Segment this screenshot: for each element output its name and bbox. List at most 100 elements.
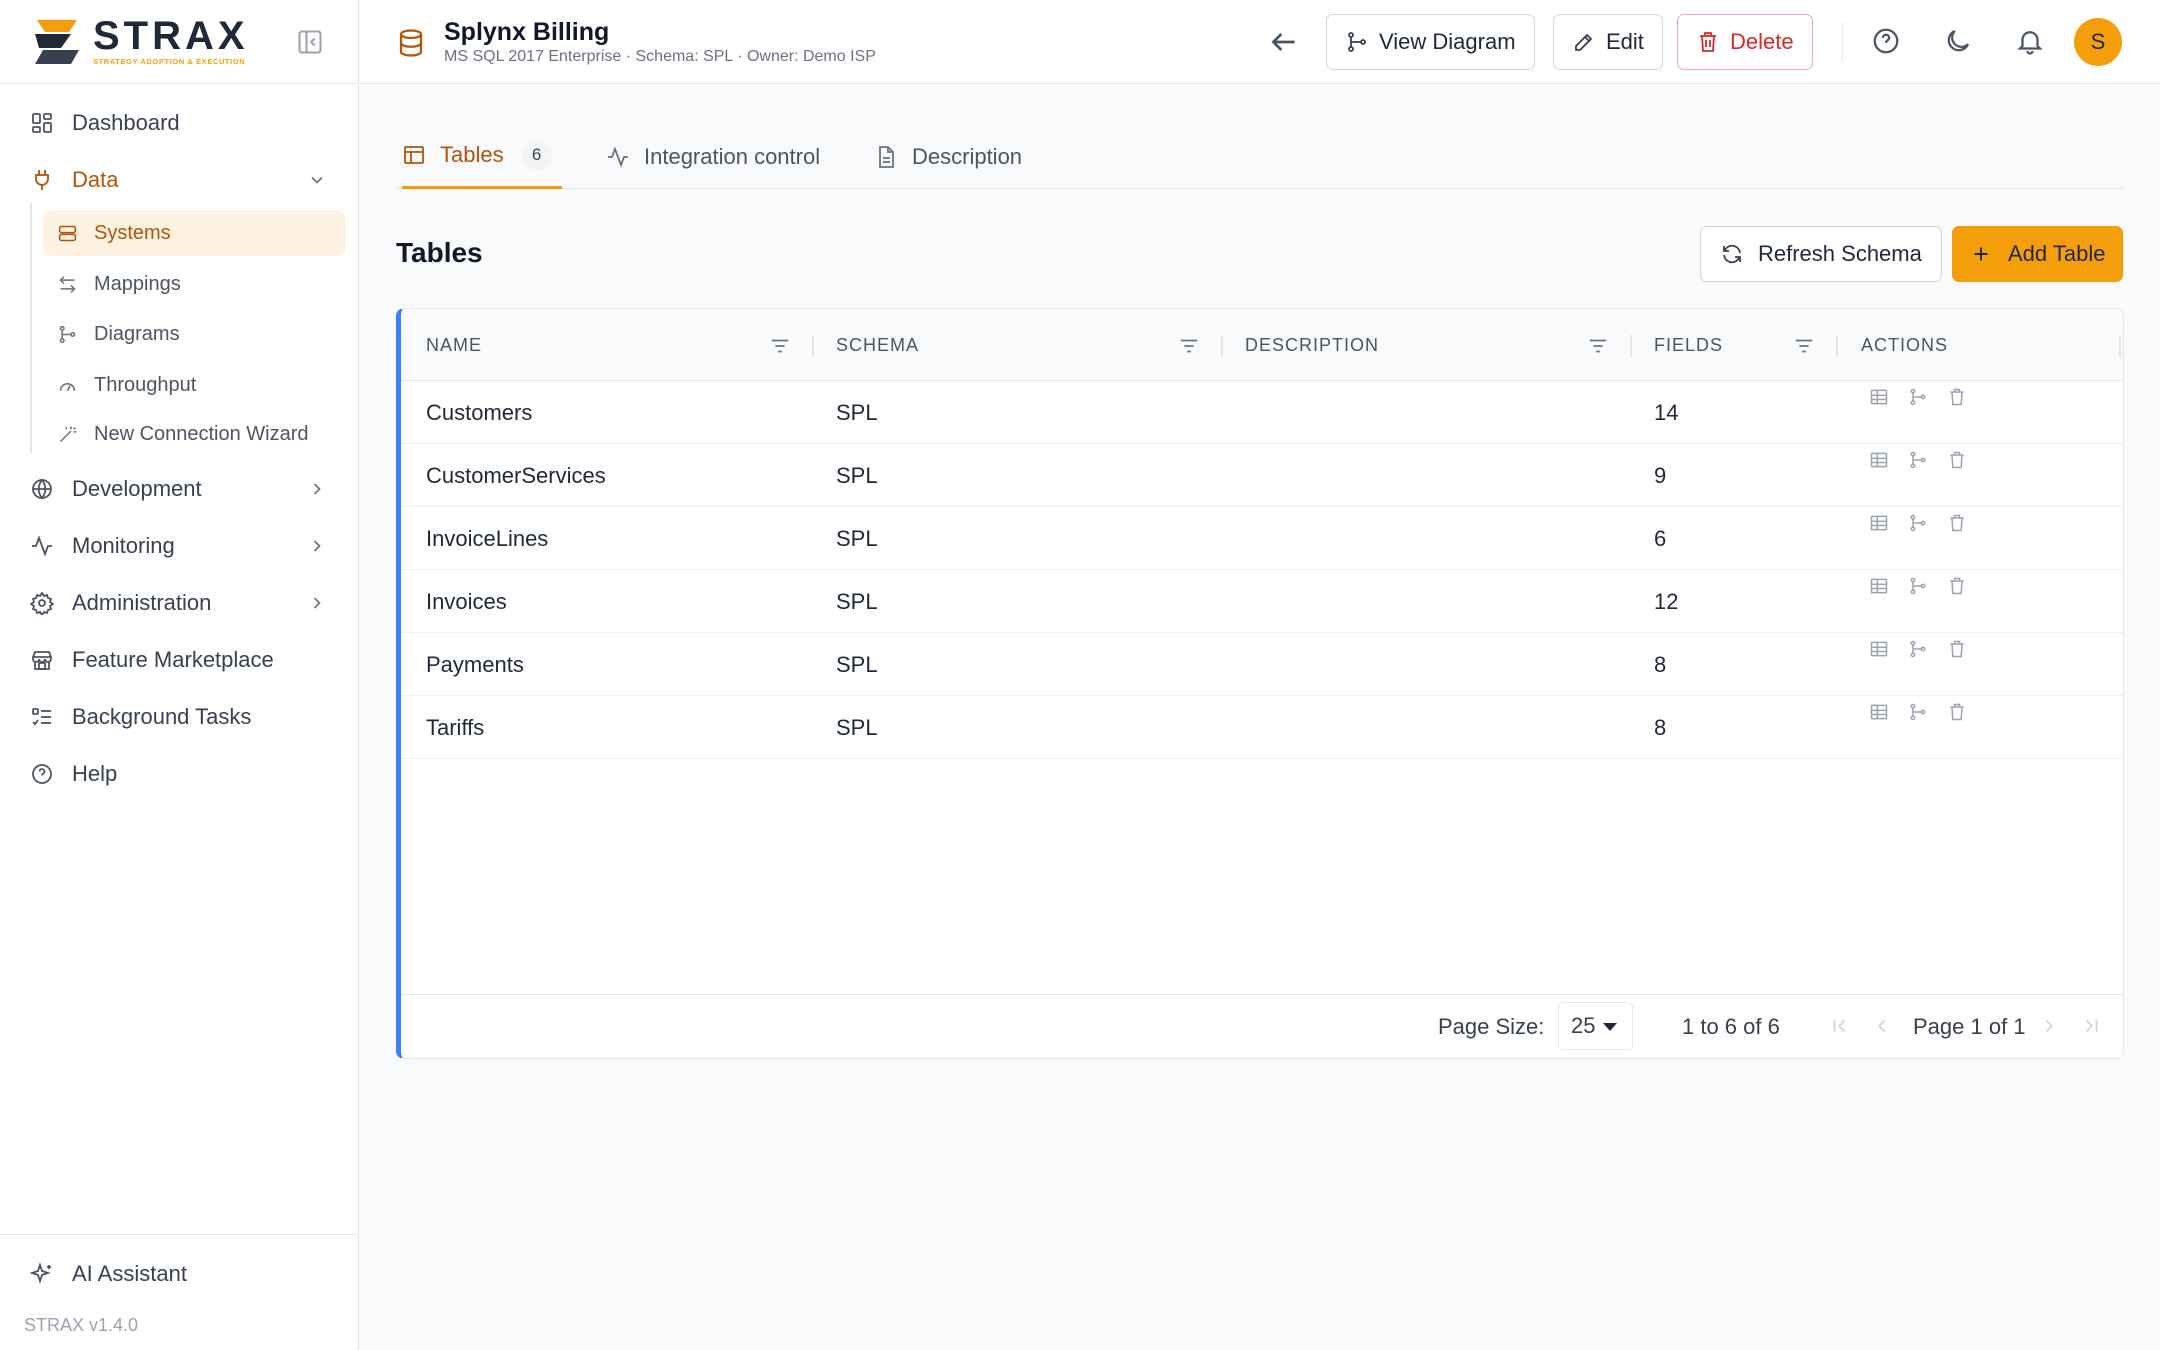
diagram-icon[interactable] xyxy=(1908,639,1928,659)
table-row[interactable]: InvoiceLines SPL 6 xyxy=(401,507,2123,570)
collapse-sidebar-icon[interactable] xyxy=(296,28,324,56)
column-header-fields[interactable]: FIELDS xyxy=(1654,309,1723,381)
column-header-description[interactable]: DESCRIPTION xyxy=(1245,309,1379,381)
sidebar-item-dashboard[interactable]: Dashboard xyxy=(0,98,359,148)
tab-count-badge: 6 xyxy=(521,140,552,170)
trash-icon[interactable] xyxy=(1947,702,1967,722)
view-table-icon[interactable] xyxy=(1869,387,1889,407)
sidebar-item-label: Help xyxy=(72,761,118,786)
filter-icon[interactable] xyxy=(769,335,791,357)
view-diagram-button[interactable]: View Diagram xyxy=(1326,14,1535,70)
filter-icon[interactable] xyxy=(1587,335,1609,357)
next-page-icon[interactable] xyxy=(2038,1015,2060,1037)
diagram-icon[interactable] xyxy=(1908,513,1928,533)
sidebar-item-background-tasks[interactable]: Background Tasks xyxy=(0,692,359,742)
refresh-schema-button[interactable]: Refresh Schema xyxy=(1700,226,1942,282)
dark-mode-icon[interactable] xyxy=(1943,26,1973,56)
cell-name: Invoices xyxy=(426,588,507,614)
page-size-select[interactable]: 25 xyxy=(1558,1002,1633,1050)
diagram-icon[interactable] xyxy=(1908,576,1928,596)
sidebar-item-label: Data xyxy=(72,167,119,192)
tab-integration-control[interactable]: Integration control xyxy=(606,124,820,189)
help-icon[interactable] xyxy=(1871,26,1901,56)
view-diagram-label: View Diagram xyxy=(1379,29,1516,54)
top-header: Splynx Billing MS SQL 2017 Enterprise · … xyxy=(360,0,2160,84)
first-page-icon[interactable] xyxy=(1829,1015,1851,1037)
grid-header: NAME SCHEMA DESCRIPTION FIELDS ACTIONS xyxy=(401,309,2123,381)
column-divider[interactable] xyxy=(1630,335,1632,357)
sidebar-subitem-new-connection-wizard[interactable]: New Connection Wizard xyxy=(43,411,346,457)
sidebar-subitem-mappings[interactable]: Mappings xyxy=(43,261,346,307)
table-row[interactable]: Tariffs SPL 8 xyxy=(401,696,2123,759)
trash-icon[interactable] xyxy=(1947,576,1967,596)
tables-grid: NAME SCHEMA DESCRIPTION FIELDS ACTIONS C… xyxy=(396,308,2124,1059)
diagram-icon[interactable] xyxy=(1908,702,1928,722)
trash-icon xyxy=(1696,30,1720,54)
sidebar-subitem-label: Mappings xyxy=(94,272,181,295)
bell-icon[interactable] xyxy=(2015,26,2045,56)
cell-name: CustomerServices xyxy=(426,462,606,488)
activity-icon xyxy=(30,534,54,558)
view-table-icon[interactable] xyxy=(1869,513,1889,533)
filter-icon[interactable] xyxy=(1793,335,1815,357)
column-header-actions: ACTIONS xyxy=(1861,334,1949,355)
trash-icon[interactable] xyxy=(1947,450,1967,470)
diagram-icon[interactable] xyxy=(1908,450,1928,470)
edit-button[interactable]: Edit xyxy=(1553,14,1663,70)
sidebar-item-label: Monitoring xyxy=(72,533,175,558)
column-divider[interactable] xyxy=(1221,335,1223,357)
brand-name: STRAX xyxy=(93,14,249,58)
sidebar-item-data[interactable]: Data xyxy=(0,155,359,205)
sidebar-item-monitoring[interactable]: Monitoring xyxy=(0,521,359,571)
document-icon xyxy=(874,145,898,169)
user-avatar[interactable]: S xyxy=(2074,18,2122,66)
table-row[interactable]: Customers SPL 14 xyxy=(401,381,2123,444)
column-header-name[interactable]: NAME xyxy=(426,309,482,381)
trash-icon[interactable] xyxy=(1947,639,1967,659)
tab-tables[interactable]: Tables 6 xyxy=(402,124,562,189)
column-divider[interactable] xyxy=(812,335,814,357)
data-subnav-line xyxy=(30,203,32,453)
sidebar-item-feature-marketplace[interactable]: Feature Marketplace xyxy=(0,635,359,685)
edit-label: Edit xyxy=(1606,29,1644,54)
column-divider[interactable] xyxy=(1836,335,1838,357)
ai-assistant-button[interactable]: AI Assistant xyxy=(30,1261,187,1287)
sidebar-item-label: Background Tasks xyxy=(72,704,252,729)
dashboard-icon xyxy=(30,111,54,135)
view-table-icon[interactable] xyxy=(1869,639,1889,659)
delete-button[interactable]: Delete xyxy=(1677,14,1813,70)
previous-page-icon[interactable] xyxy=(1871,1015,1893,1037)
cell-fields: 12 xyxy=(1654,588,1679,614)
section-title: Tables xyxy=(396,237,483,268)
trash-icon[interactable] xyxy=(1947,387,1967,407)
sidebar-item-help[interactable]: Help xyxy=(0,749,359,799)
cell-schema: SPL xyxy=(836,462,878,488)
header-divider xyxy=(1842,22,1843,62)
table-row[interactable]: Invoices SPL 12 xyxy=(401,570,2123,633)
sidebar-item-administration[interactable]: Administration xyxy=(0,578,359,628)
back-arrow-icon[interactable] xyxy=(1268,26,1300,58)
diagram-icon[interactable] xyxy=(1908,387,1928,407)
trash-icon[interactable] xyxy=(1947,513,1967,533)
column-divider[interactable] xyxy=(2119,335,2121,357)
sidebar-subitem-systems[interactable]: Systems xyxy=(43,210,346,256)
cell-name: InvoiceLines xyxy=(426,525,549,551)
tab-description[interactable]: Description xyxy=(874,124,1022,189)
add-table-button[interactable]: Add Table xyxy=(1952,226,2124,282)
column-header-schema[interactable]: SCHEMA xyxy=(836,309,919,381)
cell-schema: SPL xyxy=(836,714,878,740)
cell-name: Customers xyxy=(426,399,533,425)
cell-schema: SPL xyxy=(836,525,878,551)
sidebar-subitem-throughput[interactable]: Throughput xyxy=(43,362,346,408)
view-table-icon[interactable] xyxy=(1869,450,1889,470)
sidebar-item-label: Administration xyxy=(72,590,212,615)
sidebar-subitem-diagrams[interactable]: Diagrams xyxy=(43,311,346,357)
view-table-icon[interactable] xyxy=(1869,576,1889,596)
page-size-value: 25 xyxy=(1571,1013,1596,1038)
filter-icon[interactable] xyxy=(1178,335,1200,357)
view-table-icon[interactable] xyxy=(1869,702,1889,722)
table-row[interactable]: CustomerServices SPL 9 xyxy=(401,444,2123,507)
table-row[interactable]: Payments SPL 8 xyxy=(401,633,2123,696)
sidebar-item-development[interactable]: Development xyxy=(0,464,359,514)
last-page-icon[interactable] xyxy=(2080,1015,2102,1037)
